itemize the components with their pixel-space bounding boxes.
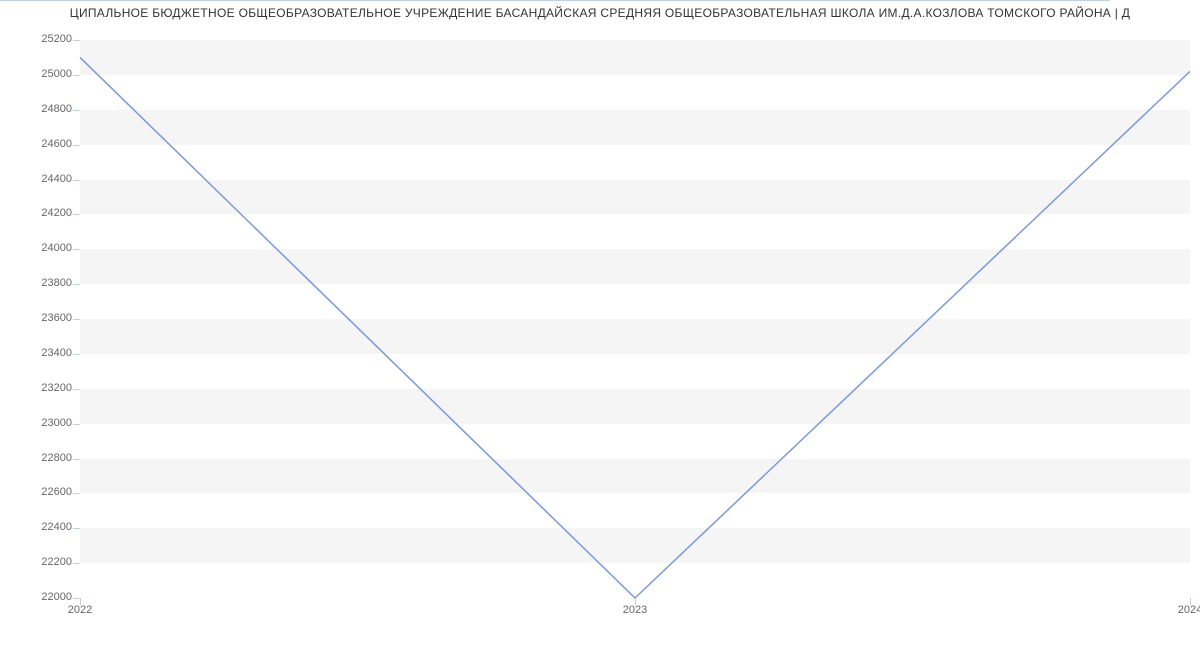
y-tick-label: 24200: [4, 207, 72, 219]
y-tick-label: 22800: [4, 452, 72, 464]
y-tick: [73, 75, 80, 76]
y-tick-label: 23200: [4, 382, 72, 394]
y-tick: [73, 493, 80, 494]
y-tick: [73, 389, 80, 390]
y-tick-label: 24000: [4, 242, 72, 254]
series-line: [80, 57, 1190, 598]
y-tick-label: 25200: [4, 33, 72, 45]
x-tick-label: 2023: [623, 604, 647, 616]
y-tick: [73, 528, 80, 529]
y-tick: [73, 145, 80, 146]
line-series: [80, 40, 1190, 598]
y-tick: [73, 249, 80, 250]
y-tick: [73, 284, 80, 285]
y-tick: [73, 459, 80, 460]
y-tick: [73, 354, 80, 355]
y-tick-label: 23600: [4, 312, 72, 324]
y-tick-label: 24800: [4, 103, 72, 115]
y-tick-label: 22600: [4, 486, 72, 498]
y-tick: [73, 598, 80, 599]
y-tick: [73, 110, 80, 111]
y-tick-label: 25000: [4, 68, 72, 80]
y-tick-label: 23400: [4, 347, 72, 359]
y-tick: [73, 180, 80, 181]
x-tick-label: 2022: [68, 604, 92, 616]
plot-area: [80, 40, 1190, 598]
x-tick-label: 2024: [1178, 604, 1200, 616]
chart-container: ЦИПАЛЬНОЕ БЮДЖЕТНОЕ ОБЩЕОБРАЗОВАТЕЛЬНОЕ …: [0, 0, 1200, 650]
y-tick: [73, 563, 80, 564]
y-tick-label: 23800: [4, 277, 72, 289]
x-axis-line: [0, 0, 1110, 1]
y-tick-label: 22000: [4, 591, 72, 603]
x-tick: [1190, 598, 1191, 605]
chart-title: ЦИПАЛЬНОЕ БЮДЖЕТНОЕ ОБЩЕОБРАЗОВАТЕЛЬНОЕ …: [0, 6, 1200, 20]
y-tick: [73, 424, 80, 425]
y-tick: [73, 214, 80, 215]
y-tick-label: 23000: [4, 417, 72, 429]
y-tick: [73, 40, 80, 41]
y-tick-label: 24600: [4, 138, 72, 150]
y-tick: [73, 319, 80, 320]
y-tick-label: 24400: [4, 173, 72, 185]
x-tick: [80, 598, 81, 605]
y-tick-label: 22200: [4, 556, 72, 568]
y-tick-label: 22400: [4, 521, 72, 533]
x-tick: [635, 598, 636, 605]
